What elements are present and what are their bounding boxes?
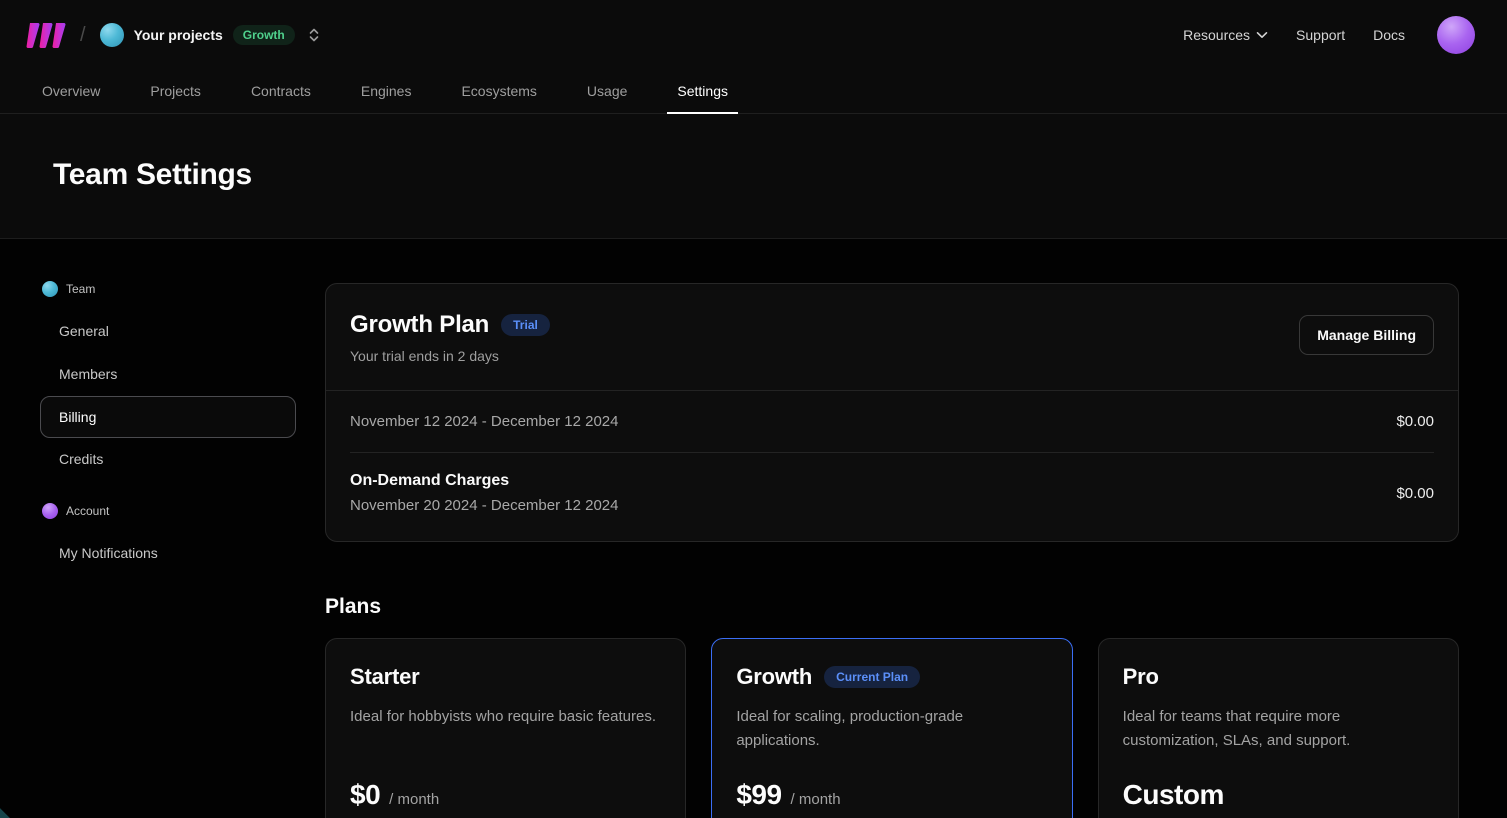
settings-main: Growth Plan Trial Your trial ends in 2 d… (296, 239, 1459, 818)
plan-starter-description: Ideal for hobbyists who require basic fe… (350, 705, 661, 755)
on-demand-title: On-Demand Charges (350, 472, 619, 490)
plan-card-pro: Pro Ideal for teams that require more cu… (1098, 638, 1459, 818)
sidebar-item-general[interactable]: General (40, 310, 296, 353)
plan-card-growth: Growth Current Plan Ideal for scaling, p… (711, 638, 1072, 818)
tab-projects[interactable]: Projects (148, 70, 203, 113)
sidebar-item-billing[interactable]: Billing (40, 396, 296, 439)
sidebar-header-account: Account (40, 503, 296, 532)
plan-card-starter: Starter Ideal for hobbyists who require … (325, 638, 686, 818)
tab-overview[interactable]: Overview (40, 70, 102, 113)
billing-summary-card: Growth Plan Trial Your trial ends in 2 d… (325, 283, 1459, 542)
plan-starter-price-suffix: / month (389, 791, 439, 808)
account-avatar-icon (42, 503, 58, 519)
tab-ecosystems[interactable]: Ecosystems (459, 70, 538, 113)
billing-period-amount: $0.00 (1396, 413, 1434, 430)
sidebar-group-team: Team General Members Billing Credits (40, 281, 296, 481)
plan-starter-name: Starter (350, 664, 420, 690)
billing-period-row: November 12 2024 - December 12 2024 $0.0… (326, 390, 1458, 452)
plan-pro-description: Ideal for teams that require more custom… (1123, 705, 1434, 755)
docs-link[interactable]: Docs (1373, 27, 1405, 43)
page-title: Team Settings (53, 158, 1467, 192)
on-demand-row: On-Demand Charges November 20 2024 - Dec… (326, 453, 1458, 541)
primary-tabbar: Overview Projects Contracts Engines Ecos… (0, 70, 1507, 114)
sidebar-item-my-notifications[interactable]: My Notifications (40, 532, 296, 575)
team-avatar (100, 23, 124, 47)
on-demand-amount: $0.00 (1396, 485, 1434, 502)
tab-engines[interactable]: Engines (359, 70, 414, 113)
content-area: Team General Members Billing Credits Acc… (0, 239, 1507, 818)
plans-grid: Starter Ideal for hobbyists who require … (325, 638, 1459, 818)
plan-growth-name: Growth (736, 664, 812, 690)
breadcrumb-separator: / (80, 24, 86, 47)
sidebar-header-account-label: Account (66, 504, 109, 518)
current-plan-name: Growth Plan (350, 311, 489, 339)
sidebar-item-members[interactable]: Members (40, 353, 296, 396)
team-avatar-icon (42, 281, 58, 297)
plan-pro-name: Pro (1123, 664, 1159, 690)
thirdweb-logo-icon[interactable] (24, 22, 66, 49)
chevron-down-icon (1256, 31, 1268, 39)
plan-growth-price: $99 (736, 779, 781, 811)
trial-ends-text: Your trial ends in 2 days (350, 348, 550, 364)
team-name: Your projects (134, 27, 223, 43)
billing-period-range: November 12 2024 - December 12 2024 (350, 413, 619, 430)
resources-menu[interactable]: Resources (1183, 27, 1268, 43)
manage-billing-button[interactable]: Manage Billing (1299, 315, 1434, 355)
trial-badge: Trial (501, 314, 550, 336)
support-link[interactable]: Support (1296, 27, 1345, 43)
plans-heading: Plans (325, 595, 1459, 619)
plan-growth-price-suffix: / month (791, 791, 841, 808)
chevron-up-down-icon[interactable] (307, 27, 321, 43)
resources-label: Resources (1183, 27, 1250, 43)
tab-settings[interactable]: Settings (675, 70, 730, 113)
page-title-banner: Team Settings (0, 114, 1507, 239)
top-header: / Your projects Growth Resources Support… (0, 0, 1507, 70)
tab-usage[interactable]: Usage (585, 70, 629, 113)
user-avatar[interactable] (1437, 16, 1475, 54)
sidebar-header-team: Team (40, 281, 296, 310)
plan-growth-description: Ideal for scaling, production-grade appl… (736, 705, 1047, 755)
plan-pro-price: Custom (1123, 779, 1224, 811)
plan-starter-price: $0 (350, 779, 380, 811)
current-plan-badge: Current Plan (824, 666, 920, 688)
sidebar-header-team-label: Team (66, 282, 95, 296)
settings-sidebar: Team General Members Billing Credits Acc… (40, 239, 296, 818)
team-switcher[interactable]: Your projects Growth (100, 23, 321, 47)
sidebar-group-account: Account My Notifications (40, 503, 296, 575)
on-demand-range: November 20 2024 - December 12 2024 (350, 497, 619, 514)
sidebar-item-credits[interactable]: Credits (40, 438, 296, 481)
team-plan-badge: Growth (233, 25, 295, 45)
tab-contracts[interactable]: Contracts (249, 70, 313, 113)
